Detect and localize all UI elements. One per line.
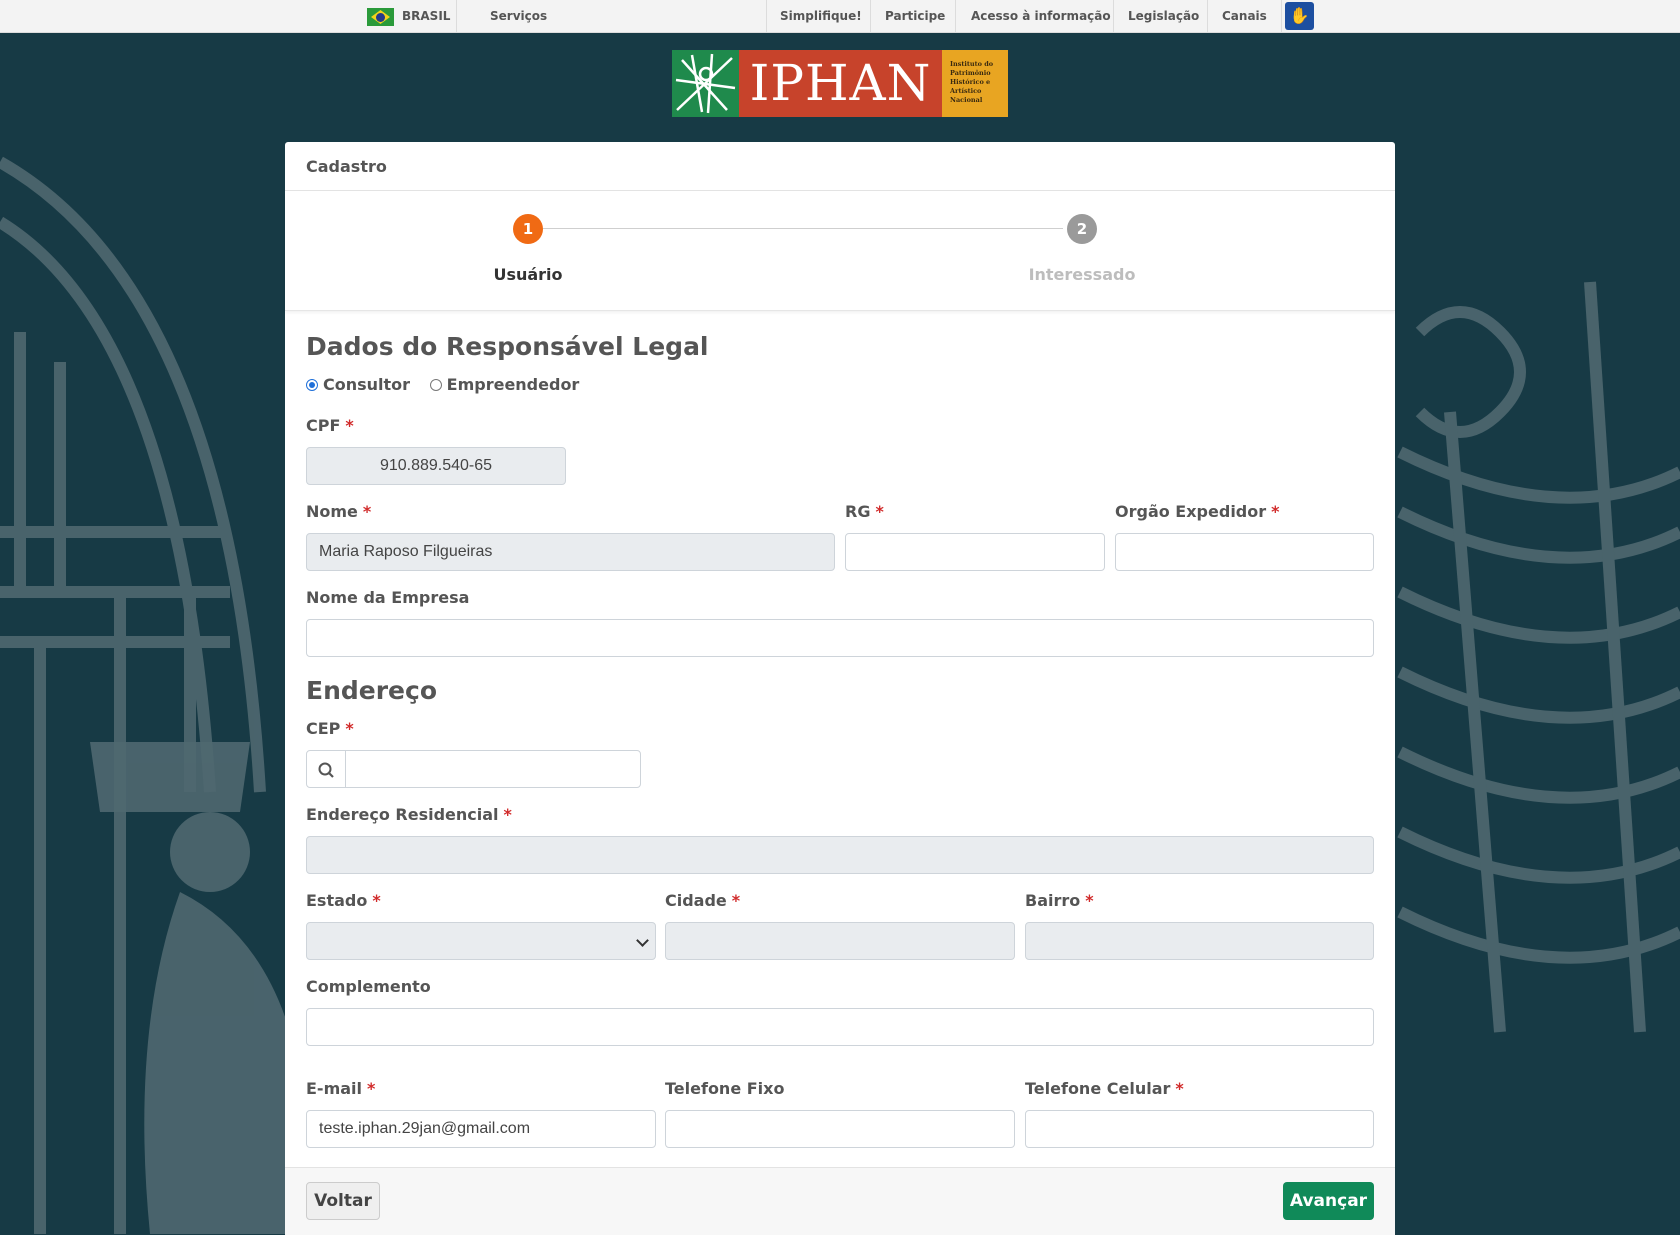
canais-link[interactable]: Canais (1222, 0, 1267, 32)
bairro-label: Bairro * (1025, 891, 1094, 910)
tipo-radio-group: Consultor Empreendedor (306, 375, 593, 394)
orgao-expedidor-field[interactable] (1115, 533, 1374, 571)
email-label: E-mail * (306, 1079, 376, 1098)
voltar-button[interactable]: Voltar (306, 1182, 380, 1220)
estado-select[interactable] (306, 922, 656, 960)
estado-label: Estado * (306, 891, 381, 910)
cpf-label: CPF * (306, 416, 354, 435)
step-2-circle[interactable]: 2 (1067, 214, 1097, 244)
logo-subtitle: Instituto do Patrimônio Histórico e Artí… (942, 50, 1008, 117)
rg-field[interactable] (845, 533, 1105, 571)
complemento-label: Complemento (306, 977, 431, 996)
cep-field[interactable] (345, 750, 641, 788)
registration-card: Cadastro 1 Usuário 2 Interessado Dados d… (285, 142, 1395, 1235)
cep-search-button[interactable] (306, 750, 346, 788)
nome-label: Nome * (306, 502, 372, 521)
simplifique-link[interactable]: Simplifique! (780, 0, 862, 32)
consultor-radio[interactable] (306, 378, 318, 391)
step-1-circle[interactable]: 1 (513, 214, 543, 244)
telefone-celular-field[interactable] (1025, 1110, 1374, 1148)
search-icon (318, 762, 334, 778)
stepper-connector (543, 228, 1063, 229)
telefone-celular-label: Telefone Celular * (1025, 1079, 1184, 1098)
rg-label: RG * (845, 502, 884, 521)
bairro-field[interactable] (1025, 922, 1374, 960)
stepper: 1 Usuário 2 Interessado (285, 192, 1395, 311)
logo-emblem (672, 50, 739, 117)
nome-field[interactable]: Maria Raposo Filgueiras (306, 533, 835, 571)
endereco-residencial-label: Endereço Residencial * (306, 805, 512, 824)
telefone-fixo-label: Telefone Fixo (665, 1079, 785, 1098)
card-title: Cadastro (285, 142, 1395, 191)
participe-link[interactable]: Participe (885, 0, 945, 32)
brazil-flag-icon (367, 8, 394, 26)
logo-wordmark: IPHAN (739, 50, 942, 117)
step-1-label[interactable]: Usuário (428, 265, 628, 284)
section-responsavel-title: Dados do Responsável Legal (306, 332, 709, 361)
empreendedor-label[interactable]: Empreendedor (447, 375, 580, 394)
brasil-link[interactable]: BRASIL (402, 0, 450, 32)
cidade-label: Cidade * (665, 891, 741, 910)
avancar-button[interactable]: Avançar (1283, 1182, 1374, 1220)
gov-top-bar: BRASIL Serviços Simplifique! Participe A… (0, 0, 1680, 33)
accessibility-icon[interactable]: ✋ (1285, 2, 1314, 30)
acesso-informacao-link[interactable]: Acesso à informação (971, 0, 1111, 32)
iphan-logo: IPHAN Instituto do Patrimônio Histórico … (672, 50, 1008, 117)
nome-empresa-label: Nome da Empresa (306, 588, 470, 607)
legislacao-link[interactable]: Legislação (1128, 0, 1199, 32)
endereco-residencial-field[interactable] (306, 836, 1374, 874)
cidade-field[interactable] (665, 922, 1015, 960)
servicos-link[interactable]: Serviços (490, 0, 547, 32)
consultor-label[interactable]: Consultor (323, 375, 410, 394)
section-endereco-title: Endereço (306, 676, 438, 705)
complemento-field[interactable] (306, 1008, 1374, 1046)
nome-empresa-field[interactable] (306, 619, 1374, 657)
cep-label: CEP * (306, 719, 354, 738)
chevron-down-icon (636, 934, 649, 947)
step-2-label[interactable]: Interessado (982, 265, 1182, 284)
telefone-fixo-field[interactable] (665, 1110, 1015, 1148)
email-field[interactable]: teste.iphan.29jan@gmail.com (306, 1110, 656, 1148)
orgao-expedidor-label: Orgão Expedidor * (1115, 502, 1280, 521)
cpf-field[interactable]: 910.889.540-65 (306, 447, 566, 485)
empreendedor-radio[interactable] (429, 378, 442, 391)
card-footer: Voltar Avançar (285, 1167, 1395, 1235)
